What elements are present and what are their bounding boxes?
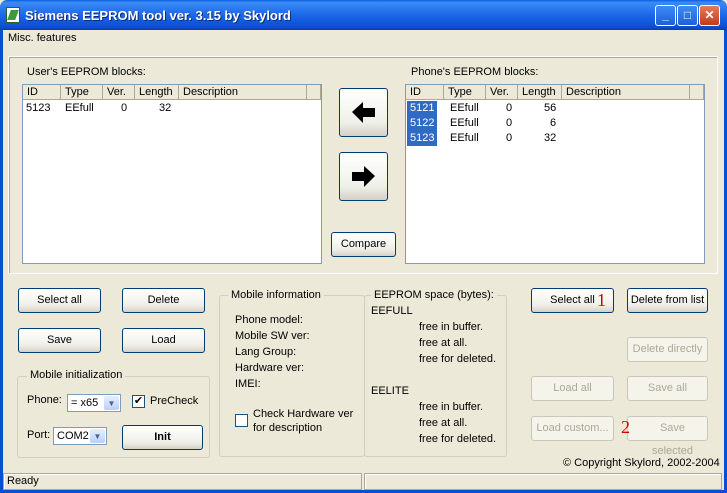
user-blocks-list[interactable]: ID Type Ver. Length Description 5123 EEf… — [22, 84, 322, 264]
compare-button[interactable]: Compare — [331, 232, 396, 257]
mobile-info-title: Mobile information — [228, 289, 324, 301]
cell-ver: 0 — [506, 132, 513, 144]
col-ver[interactable]: Ver. — [486, 85, 518, 100]
eefull-free-all: free at all. — [419, 337, 468, 349]
phone-label: Phone: — [27, 394, 62, 406]
copy-to-phone-button[interactable] — [339, 152, 388, 201]
cell-id: 5123 — [26, 102, 51, 114]
cell-length: 32 — [544, 132, 557, 144]
col-id[interactable]: ID — [406, 85, 444, 100]
eefull-free-buffer: free in buffer. — [419, 321, 484, 333]
col-type[interactable]: Type — [444, 85, 486, 100]
chevron-down-icon: ▼ — [90, 429, 105, 443]
window-title: Siemens EEPROM tool ver. 3.15 by Skylord — [25, 8, 291, 23]
mobile-sw-label: Mobile SW ver: — [235, 330, 310, 342]
eefull-label: EEFULL — [371, 305, 413, 317]
maximize-icon: □ — [683, 8, 692, 22]
cell-type: EEfull — [450, 132, 479, 144]
cell-type: EEfull — [450, 102, 479, 114]
cell-length: 56 — [544, 102, 557, 114]
col-ver[interactable]: Ver. — [103, 85, 135, 100]
copy-to-user-button[interactable] — [339, 88, 388, 137]
chevron-down-icon: ▼ — [104, 396, 119, 410]
menu-bar — [3, 30, 724, 48]
cell-type: EEfull — [450, 117, 479, 129]
eelite-label: EELITE — [371, 385, 409, 397]
phone-blocks-list[interactable]: ID Type Ver. Length Description 5121 EEf… — [405, 84, 705, 264]
cell-ver: 0 — [506, 117, 513, 129]
arrow-left-icon — [352, 102, 375, 123]
select-all-phone-button[interactable]: Select all 1 — [531, 288, 614, 313]
cell-type: EEfull — [65, 102, 94, 114]
load-custom-button[interactable]: Load custom... — [531, 416, 614, 441]
arrow-right-icon — [352, 166, 375, 187]
close-button[interactable]: ✕ — [699, 5, 720, 26]
check-hardware-checkbox[interactable] — [235, 414, 248, 427]
save-all-button[interactable]: Save all — [627, 376, 708, 401]
col-length[interactable]: Length — [518, 85, 562, 100]
save-selected-label: Save selected — [652, 422, 693, 457]
cell-id: 5121 — [407, 101, 438, 116]
window-frame-left — [0, 30, 3, 493]
cell-id: 5123 — [407, 131, 438, 146]
delete-directly-button[interactable]: Delete directly — [627, 337, 708, 362]
col-filler — [307, 85, 321, 100]
minimize-icon: _ — [662, 8, 669, 22]
col-description[interactable]: Description — [179, 85, 307, 100]
col-filler — [690, 85, 704, 100]
checkmark-icon: ✔ — [133, 395, 144, 407]
eelite-free-deleted: free for deleted. — [419, 433, 497, 445]
precheck-checkbox[interactable]: ✔ — [132, 395, 145, 408]
load-button[interactable]: Load — [122, 328, 205, 353]
annotation-marker-1: 1 — [597, 290, 606, 310]
select-all-phone-label: Select all — [550, 294, 595, 306]
select-all-user-button[interactable]: Select all — [18, 288, 101, 313]
status-text: Ready — [7, 475, 39, 487]
eelite-free-all: free at all. — [419, 417, 468, 429]
precheck-label: PreCheck — [150, 395, 199, 407]
port-value: COM2 — [57, 430, 89, 442]
imei-label: IMEI: — [235, 378, 261, 390]
save-button[interactable]: Save — [18, 328, 101, 353]
save-selected-button[interactable]: Save selected — [627, 416, 708, 457]
mobile-init-title: Mobile initialization — [27, 369, 126, 381]
delete-button[interactable]: Delete — [122, 288, 205, 313]
phone-model-select[interactable]: = x65 ▼ — [67, 394, 121, 412]
eeprom-space-title: EEPROM space (bytes): — [371, 289, 497, 301]
eefull-free-deleted: free for deleted. — [419, 353, 497, 365]
cell-id: 5122 — [407, 116, 438, 131]
maximize-button[interactable]: □ — [677, 5, 698, 26]
app-icon — [6, 7, 20, 23]
annotation-marker-2: 2 — [621, 417, 630, 437]
col-type[interactable]: Type — [61, 85, 103, 100]
menu-misc-features[interactable]: Misc. features — [8, 32, 76, 44]
phone-list-label: Phone's EEPROM blocks: — [411, 66, 539, 78]
col-length[interactable]: Length — [135, 85, 179, 100]
copyright-text: © Copyright Skylord, 2002-2004 — [563, 457, 720, 469]
port-label: Port: — [27, 429, 51, 441]
cell-ver: 0 — [506, 102, 513, 114]
port-select[interactable]: COM2 ▼ — [53, 427, 107, 445]
check-hardware-label-line1: Check Hardware ver — [253, 408, 354, 420]
lang-group-label: Lang Group: — [235, 346, 297, 358]
phone-model-value: = x65 — [71, 397, 99, 409]
close-icon: ✕ — [704, 8, 715, 22]
user-list-label: User's EEPROM blocks: — [27, 66, 146, 78]
col-description[interactable]: Description — [562, 85, 690, 100]
load-all-button[interactable]: Load all — [531, 376, 614, 401]
col-id[interactable]: ID — [23, 85, 61, 100]
eelite-free-buffer: free in buffer. — [419, 401, 484, 413]
hardware-ver-label: Hardware ver: — [235, 362, 305, 374]
status-pane-main — [3, 473, 362, 490]
phone-model-label: Phone model: — [235, 314, 303, 326]
delete-from-list-button[interactable]: Delete from list — [627, 288, 708, 313]
cell-length: 32 — [159, 102, 172, 114]
status-pane-secondary — [364, 473, 722, 490]
minimize-button[interactable]: _ — [655, 5, 676, 26]
cell-ver: 0 — [121, 102, 128, 114]
init-button[interactable]: Init — [122, 425, 203, 450]
cell-length: 6 — [550, 117, 557, 129]
check-hardware-label-line2: for description — [253, 422, 323, 434]
